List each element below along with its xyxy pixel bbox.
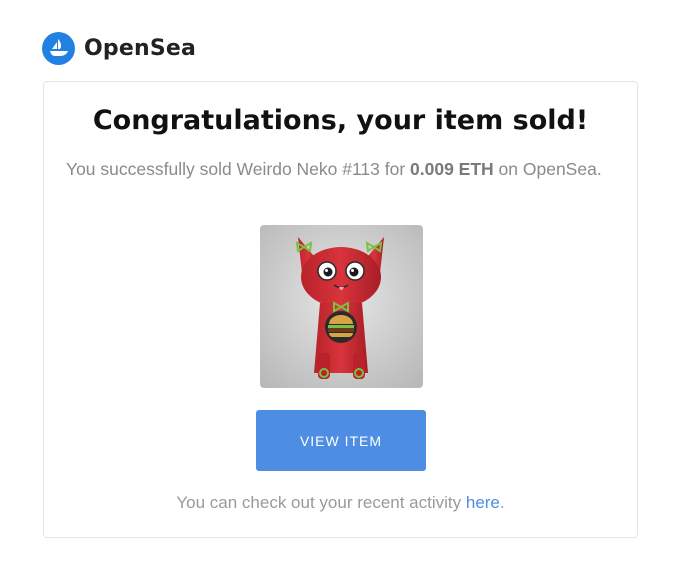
opensea-logo-icon[interactable]	[42, 31, 75, 65]
recent-activity-link[interactable]: here	[466, 493, 500, 512]
sale-message: You successfully sold Weirdo Neko #113 f…	[66, 158, 615, 181]
recent-activity-prefix: You can check out your recent activity	[176, 493, 466, 512]
sale-message-suffix: on OpenSea.	[493, 159, 602, 179]
brand-name[interactable]: OpenSea	[84, 36, 196, 61]
sale-price: 0.009 ETH	[410, 159, 494, 179]
sale-message-prefix: You successfully sold Weirdo Neko #113 f…	[66, 159, 411, 179]
view-item-button[interactable]: VIEW ITEM	[256, 410, 426, 471]
email-title: Congratulations, your item sold!	[92, 105, 589, 136]
recent-activity-text: You can check out your recent activity h…	[44, 493, 637, 513]
recent-activity-suffix: .	[499, 493, 505, 512]
sale-notification-card: Congratulations, your item sold! You suc…	[43, 81, 638, 538]
email-header: OpenSea	[42, 31, 196, 65]
nft-item-image[interactable]	[260, 225, 423, 388]
